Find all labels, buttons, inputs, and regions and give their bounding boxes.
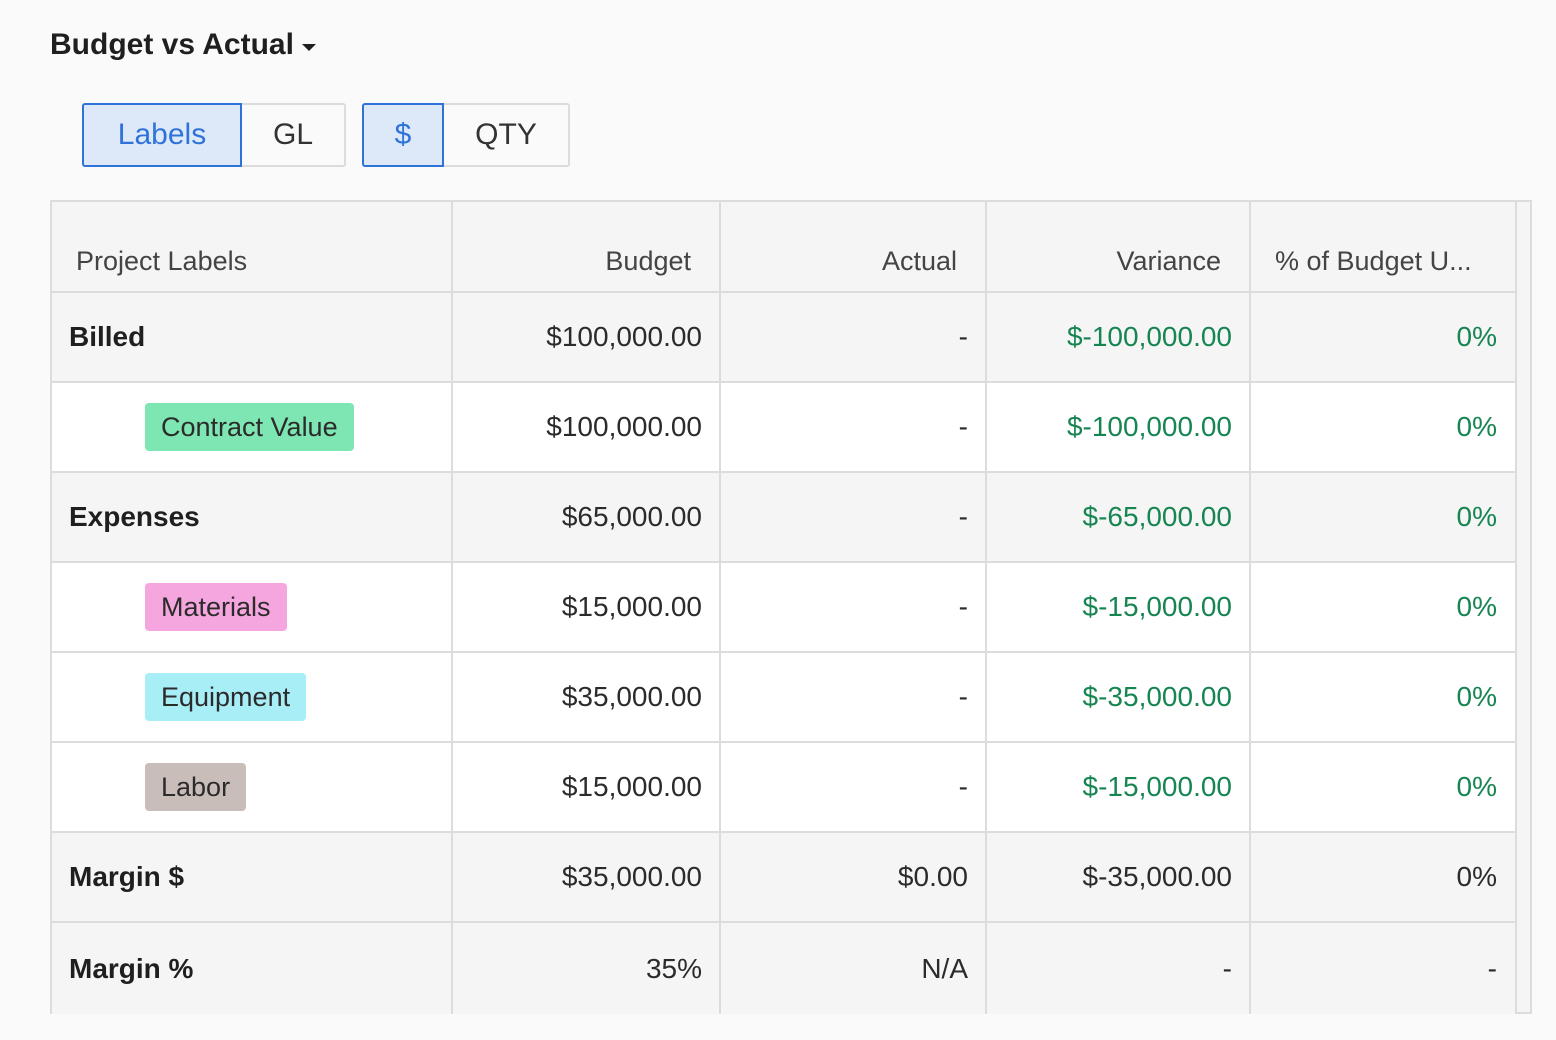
qty-toggle-button[interactable]: QTY (444, 103, 570, 167)
budget-cell: $100,000.00 (452, 292, 721, 383)
variance-cell: $-35,000.00 (986, 832, 1251, 923)
row-label-cell: Equipment (52, 652, 453, 743)
variance-cell: $-65,000.00 (986, 472, 1251, 563)
table-row-margin-percent[interactable]: Margin % 35% N/A - - (52, 922, 1517, 1014)
row-label: Margin % (52, 922, 453, 1014)
percent-cell: 0% (1250, 652, 1517, 743)
percent-cell: 0% (1250, 562, 1517, 653)
budget-cell: $100,000.00 (452, 382, 721, 473)
budget-cell: $15,000.00 (452, 742, 721, 833)
percent-cell: 0% (1250, 382, 1517, 473)
variance-cell: $-100,000.00 (986, 382, 1251, 473)
percent-cell: 0% (1250, 472, 1517, 563)
actual-cell: - (720, 292, 987, 383)
column-header-budget[interactable]: Budget (452, 202, 721, 293)
table-header-row: Project Labels Budget Actual Variance % … (52, 202, 1517, 293)
column-header-project-labels[interactable]: Project Labels (52, 202, 453, 293)
actual-cell: - (720, 472, 987, 563)
budget-cell: 35% (452, 922, 721, 1014)
budget-cell: $35,000.00 (452, 652, 721, 743)
label-tag-contract-value: Contract Value (145, 403, 354, 451)
row-label-cell: Contract Value (52, 382, 453, 473)
column-header-variance[interactable]: Variance (986, 202, 1251, 293)
unit-toggle: $ QTY (362, 103, 570, 167)
budget-cell: $35,000.00 (452, 832, 721, 923)
budget-cell: $15,000.00 (452, 562, 721, 653)
percent-cell: 0% (1250, 832, 1517, 923)
labels-toggle-button[interactable]: Labels (82, 103, 242, 167)
table-row-billed[interactable]: Billed $100,000.00 - $-100,000.00 0% (52, 292, 1517, 383)
table-row-expenses[interactable]: Expenses $65,000.00 - $-65,000.00 0% (52, 472, 1517, 563)
actual-cell: - (720, 742, 987, 833)
dollar-toggle-button[interactable]: $ (362, 103, 444, 167)
variance-cell: $-15,000.00 (986, 742, 1251, 833)
row-label: Expenses (52, 472, 453, 563)
row-label-cell: Materials (52, 562, 453, 653)
actual-cell: - (720, 562, 987, 653)
view-mode-toggle: Labels GL (82, 103, 346, 167)
table-row-equipment[interactable]: Equipment $35,000.00 - $-35,000.00 0% (52, 652, 1517, 743)
actual-cell: $0.00 (720, 832, 987, 923)
table-row-materials[interactable]: Materials $15,000.00 - $-15,000.00 0% (52, 562, 1517, 653)
percent-cell: 0% (1250, 292, 1517, 383)
table-row-margin-dollars[interactable]: Margin $ $35,000.00 $0.00 $-35,000.00 0% (52, 832, 1517, 923)
variance-cell: - (986, 922, 1251, 1014)
caret-down-icon (301, 43, 316, 51)
label-tag-labor: Labor (145, 763, 247, 811)
actual-cell: N/A (720, 922, 987, 1014)
actual-cell: - (720, 652, 987, 743)
variance-cell: $-15,000.00 (986, 562, 1251, 653)
label-tag-equipment: Equipment (145, 673, 307, 721)
gl-toggle-button[interactable]: GL (242, 103, 346, 167)
label-tag-materials: Materials (145, 583, 287, 631)
percent-cell: - (1250, 922, 1517, 1014)
report-title: Budget vs Actual (50, 28, 294, 61)
column-header-actual[interactable]: Actual (720, 202, 987, 293)
budget-table: Project Labels Budget Actual Variance % … (50, 200, 1532, 1014)
row-label: Billed (52, 292, 453, 383)
variance-cell: $-35,000.00 (986, 652, 1251, 743)
percent-cell: 0% (1250, 742, 1517, 833)
report-selector-dropdown[interactable]: Budget vs Actual (50, 28, 316, 62)
budget-cell: $65,000.00 (452, 472, 721, 563)
actual-cell: - (720, 382, 987, 473)
table-row-contract-value[interactable]: Contract Value $100,000.00 - $-100,000.0… (52, 382, 1517, 473)
row-label-cell: Labor (52, 742, 453, 833)
column-header-percent-of-budget-used[interactable]: % of Budget U... (1250, 202, 1517, 293)
row-label: Margin $ (52, 832, 453, 923)
table-row-labor[interactable]: Labor $15,000.00 - $-15,000.00 0% (52, 742, 1517, 833)
variance-cell: $-100,000.00 (986, 292, 1251, 383)
